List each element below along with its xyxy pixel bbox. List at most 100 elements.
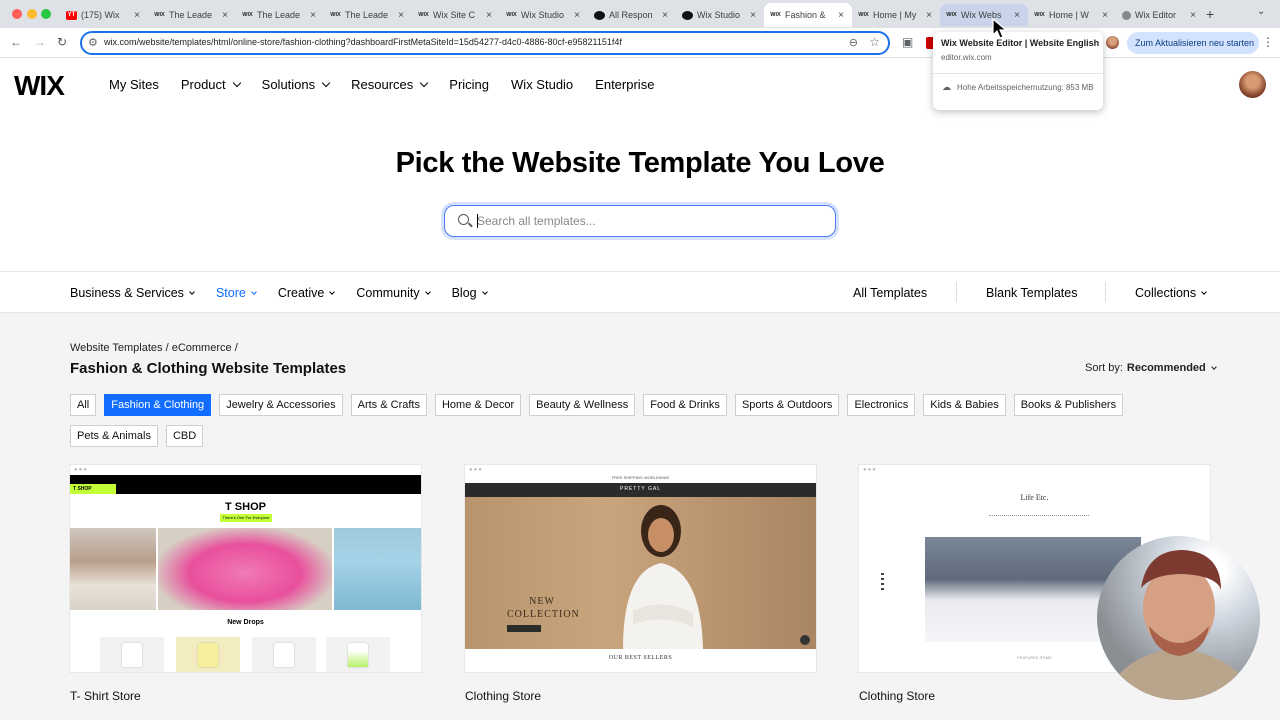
chip-all[interactable]: All [70, 394, 97, 416]
category-store[interactable]: Store [216, 286, 257, 300]
category-bar: Business & Services Store Creative Communit… [0, 271, 1280, 313]
nav-item-label: My Sites [109, 77, 159, 92]
template-card-title[interactable]: Clothing Store [859, 689, 935, 703]
browser-tab[interactable]: WIX Wix Webs × [940, 4, 1028, 26]
nav-item-product[interactable]: Product [181, 77, 241, 92]
tune-icon[interactable]: ⚙ [88, 36, 98, 49]
close-icon[interactable]: × [572, 10, 582, 21]
nav-item-enterprise[interactable]: Enterprise [595, 77, 654, 92]
browser-tab[interactable]: WIX Fashion & × [764, 3, 852, 27]
kebab-icon[interactable]: ⋮ [1262, 35, 1274, 49]
browser-tab[interactable]: WIX Wix Studio × [500, 4, 588, 26]
update-restart-button[interactable]: Zum Aktualisieren neu starten [1127, 32, 1259, 54]
tab-search-chevron-icon[interactable]: ⌄ [1257, 6, 1265, 17]
reload-icon[interactable]: ↻ [57, 35, 67, 49]
chip-jewelry-accessories[interactable]: Jewelry & Accessories [219, 394, 343, 416]
close-window-icon[interactable] [12, 9, 22, 19]
browser-tab[interactable]: Wix Studio × [676, 4, 764, 26]
chip-arts-crafts[interactable]: Arts & Crafts [350, 394, 427, 416]
close-icon[interactable]: × [748, 10, 758, 21]
chip-beauty-wellness[interactable]: Beauty & Wellness [529, 394, 636, 416]
collections-label: Collections [1135, 286, 1197, 300]
chevron-down-icon [1210, 363, 1217, 370]
close-icon[interactable]: × [396, 10, 406, 21]
minimize-window-icon[interactable] [27, 9, 37, 19]
sort-dropdown[interactable]: Sort by: Recommended [1085, 362, 1217, 374]
chat-icon [800, 635, 810, 645]
all-templates-link[interactable]: All Templates [853, 286, 927, 300]
avatar[interactable] [1239, 71, 1266, 98]
chip-books-publishers[interactable]: Books & Publishers [1013, 394, 1124, 416]
chip-fashion-clothing[interactable]: Fashion & Clothing [104, 394, 212, 416]
forward-arrow-icon[interactable]: → [34, 35, 46, 49]
chip-food-drinks[interactable]: Food & Drinks [643, 394, 727, 416]
category-business-services[interactable]: Business & Services [70, 286, 195, 300]
breadcrumb-separator: / [234, 342, 238, 354]
browser-tab[interactable]: WIX The Leade × [148, 4, 236, 26]
close-icon[interactable]: × [836, 10, 846, 21]
close-icon[interactable]: × [1100, 10, 1110, 21]
browser-tab[interactable]: WIX Home | W × [1028, 4, 1116, 26]
screen-icon[interactable]: ▣ [902, 35, 913, 49]
browser-tab[interactable]: YT (175) Wix × [60, 4, 148, 26]
chip-kids-babies[interactable]: Kids & Babies [923, 394, 1006, 416]
breadcrumb-root[interactable]: Website Templates [70, 342, 163, 354]
template-card-tshirt-store[interactable]: ●●● T SHOP T SHOP There's One For Everyo… [70, 465, 421, 672]
nav-item-wix-studio[interactable]: Wix Studio [511, 77, 573, 92]
close-icon[interactable]: × [1188, 10, 1198, 21]
close-icon[interactable]: × [308, 10, 318, 21]
address-bar[interactable]: ⚙ wix.com/website/templates/html/online-… [80, 31, 890, 55]
chip-sports-outdoors[interactable]: Sports & Outdoors [734, 394, 840, 416]
category-blog[interactable]: Blog [452, 286, 488, 300]
preview-social-icons [881, 573, 884, 593]
tab-strip: YT (175) Wix × WIX The Leade × WIX The Leade × WI… [60, 3, 1204, 28]
maximize-window-icon[interactable] [41, 9, 51, 19]
browser-tab[interactable]: WIX Home | My × [852, 4, 940, 26]
breadcrumb-section[interactable]: eCommerce [172, 342, 232, 354]
window-dots: ●●● [863, 467, 877, 473]
blank-templates-link[interactable]: Blank Templates [986, 286, 1078, 300]
template-card-clothing-store[interactable]: ●●● FREE SHIPPING WORLDWIDE PRETTY GAL N… [465, 465, 816, 672]
tab-title: All Respon [609, 10, 653, 20]
close-icon[interactable]: × [924, 10, 934, 21]
nav-item-pricing[interactable]: Pricing [449, 77, 489, 92]
favicon-icon: WIX [242, 11, 253, 18]
close-icon[interactable]: × [1012, 10, 1022, 21]
close-icon[interactable]: × [132, 10, 142, 21]
browser-tab[interactable]: WIX The Leade × [236, 4, 324, 26]
plus-icon[interactable]: + [1206, 6, 1214, 22]
nav-item-label: Wix Studio [511, 77, 574, 92]
chip-pets-animals[interactable]: Pets & Animals [70, 425, 158, 447]
category-list: Business & Services Store Creative Communit… [70, 286, 509, 300]
browser-tab[interactable]: All Respon × [588, 4, 676, 26]
nav-item-my-sites[interactable]: My Sites [109, 77, 159, 92]
favicon-icon [1122, 10, 1131, 20]
chip-cbd[interactable]: CBD [165, 425, 204, 447]
chevron-down-icon [420, 78, 429, 88]
collections-dropdown[interactable]: Collections [1135, 286, 1207, 300]
zoom-icon[interactable]: ⊖ [849, 36, 858, 49]
search-input[interactable] [477, 212, 817, 230]
category-creative[interactable]: Creative [278, 286, 336, 300]
nav-item-resources[interactable]: Resources [351, 77, 429, 92]
template-search[interactable] [444, 205, 836, 237]
browser-tab[interactable]: WIX Wix Site C × [412, 4, 500, 26]
chip-electronics[interactable]: Electronics [847, 394, 916, 416]
preview-nav-bar [116, 484, 421, 494]
browser-tab[interactable]: Wix Editor × [1116, 4, 1204, 26]
browser-profile-avatar[interactable] [1106, 36, 1119, 49]
hover-card-domain: editor.wix.com [941, 53, 992, 62]
close-icon[interactable]: × [660, 10, 670, 21]
browser-tab[interactable]: WIX The Leade × [324, 4, 412, 26]
star-icon[interactable]: ☆ [869, 35, 880, 49]
nav-item-solutions[interactable]: Solutions [262, 77, 331, 92]
wix-logo[interactable]: WIX [14, 70, 65, 102]
close-icon[interactable]: × [220, 10, 230, 21]
tab-title: The Leade [257, 10, 301, 20]
template-card-title[interactable]: T- Shirt Store [70, 689, 141, 703]
back-arrow-icon[interactable]: ← [10, 35, 22, 49]
category-community[interactable]: Community [356, 286, 431, 300]
chip-home-decor[interactable]: Home & Decor [434, 394, 522, 416]
close-icon[interactable]: × [484, 10, 494, 21]
template-card-title[interactable]: Clothing Store [465, 689, 541, 703]
